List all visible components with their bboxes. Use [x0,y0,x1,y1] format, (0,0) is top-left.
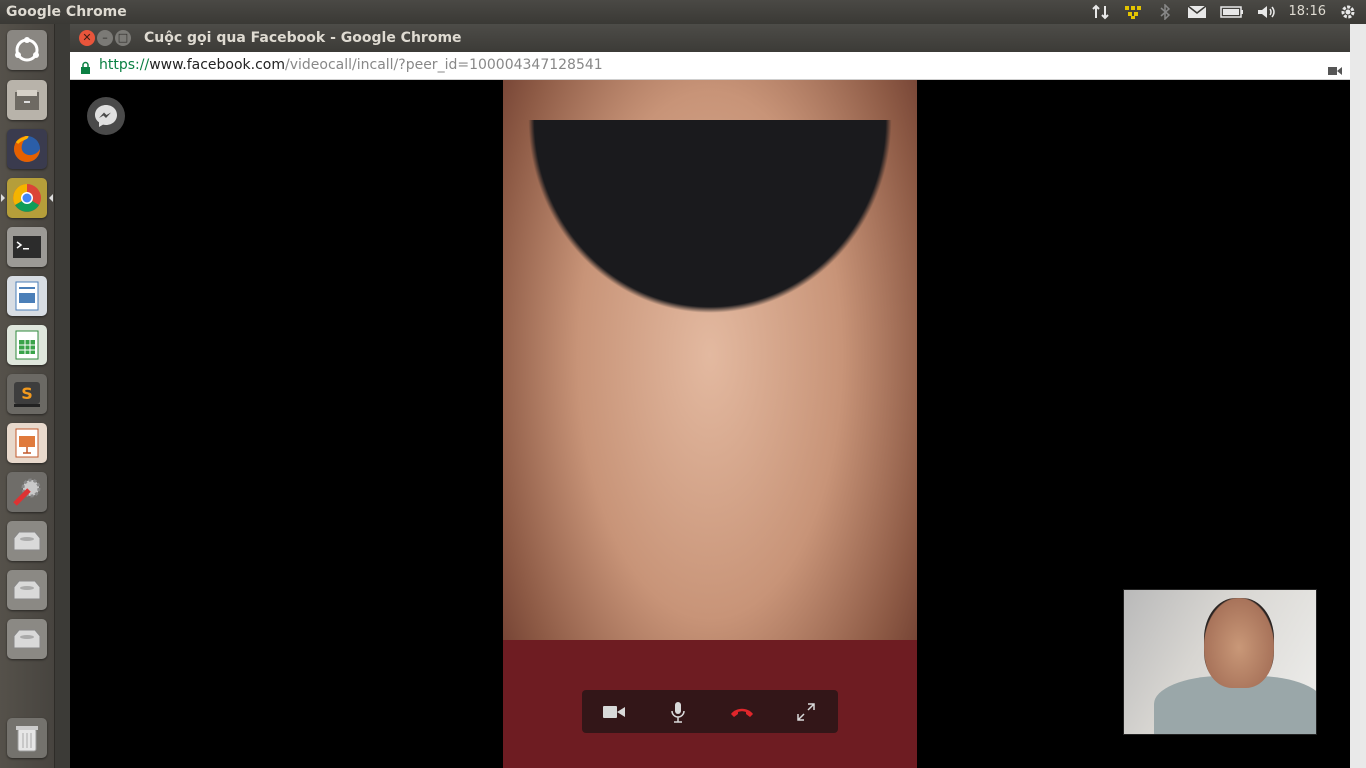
window-titlebar[interactable]: ✕ – □ Cuộc gọi qua Facebook - Google Chr… [70,24,1350,52]
dash-home-icon[interactable] [7,30,47,70]
call-controls [582,690,838,733]
chrome-window: ✕ – □ Cuộc gọi qua Facebook - Google Chr… [70,24,1350,768]
updates-icon[interactable] [1123,2,1143,22]
unity-launcher: S [0,24,55,768]
top-panel: Google Chrome 18:16 [0,0,1366,24]
minimize-window-button[interactable]: – [97,30,113,46]
svg-text:S: S [21,384,33,403]
calc-icon[interactable] [7,325,47,365]
url-host: www.facebook.com [149,57,285,73]
firefox-icon[interactable] [7,129,47,169]
volume-icon[interactable] [1257,2,1277,22]
trash-icon[interactable] [7,718,47,758]
drive-icon-2[interactable] [7,570,47,610]
remote-video-feed [503,80,917,768]
active-app-name: Google Chrome [6,4,127,20]
url-text[interactable]: https://www.facebook.com/videocall/incal… [99,52,603,79]
files-icon[interactable] [7,80,47,120]
end-call-button[interactable] [726,696,758,728]
url-scheme: https:// [99,57,150,73]
video-camera-button[interactable] [598,696,630,728]
close-window-button[interactable]: ✕ [79,30,95,46]
sublime-text-icon[interactable]: S [7,374,47,414]
settings-gear-icon[interactable] [1338,2,1358,22]
bluetooth-icon[interactable] [1155,2,1175,22]
chrome-icon[interactable] [1,178,53,218]
impress-icon[interactable] [7,423,47,463]
drive-icon-3[interactable] [7,619,47,659]
background-window-scrollbar [1350,24,1366,768]
system-settings-icon[interactable] [7,472,47,512]
clock[interactable]: 18:16 [1289,2,1326,22]
self-video-preview[interactable] [1123,589,1317,735]
terminal-icon[interactable] [7,227,47,267]
remote-video-hair [503,120,917,340]
writer-icon[interactable] [7,276,47,316]
indicator-area: 18:16 [1091,0,1358,24]
address-bar[interactable]: https://www.facebook.com/videocall/incal… [70,52,1350,80]
fullscreen-button[interactable] [790,696,822,728]
network-transfer-icon[interactable] [1091,2,1111,22]
video-call-area [70,80,1350,768]
window-title: Cuộc gọi qua Facebook - Google Chrome [144,30,462,46]
battery-icon[interactable] [1219,2,1245,22]
maximize-window-button[interactable]: □ [115,30,131,46]
url-path: /videocall/incall/?peer_id=1000043471285… [285,57,603,73]
mail-icon[interactable] [1187,2,1207,22]
microphone-button[interactable] [662,696,694,728]
messenger-icon[interactable] [87,97,125,135]
self-video-face [1204,598,1274,688]
drive-icon-1[interactable] [7,521,47,561]
